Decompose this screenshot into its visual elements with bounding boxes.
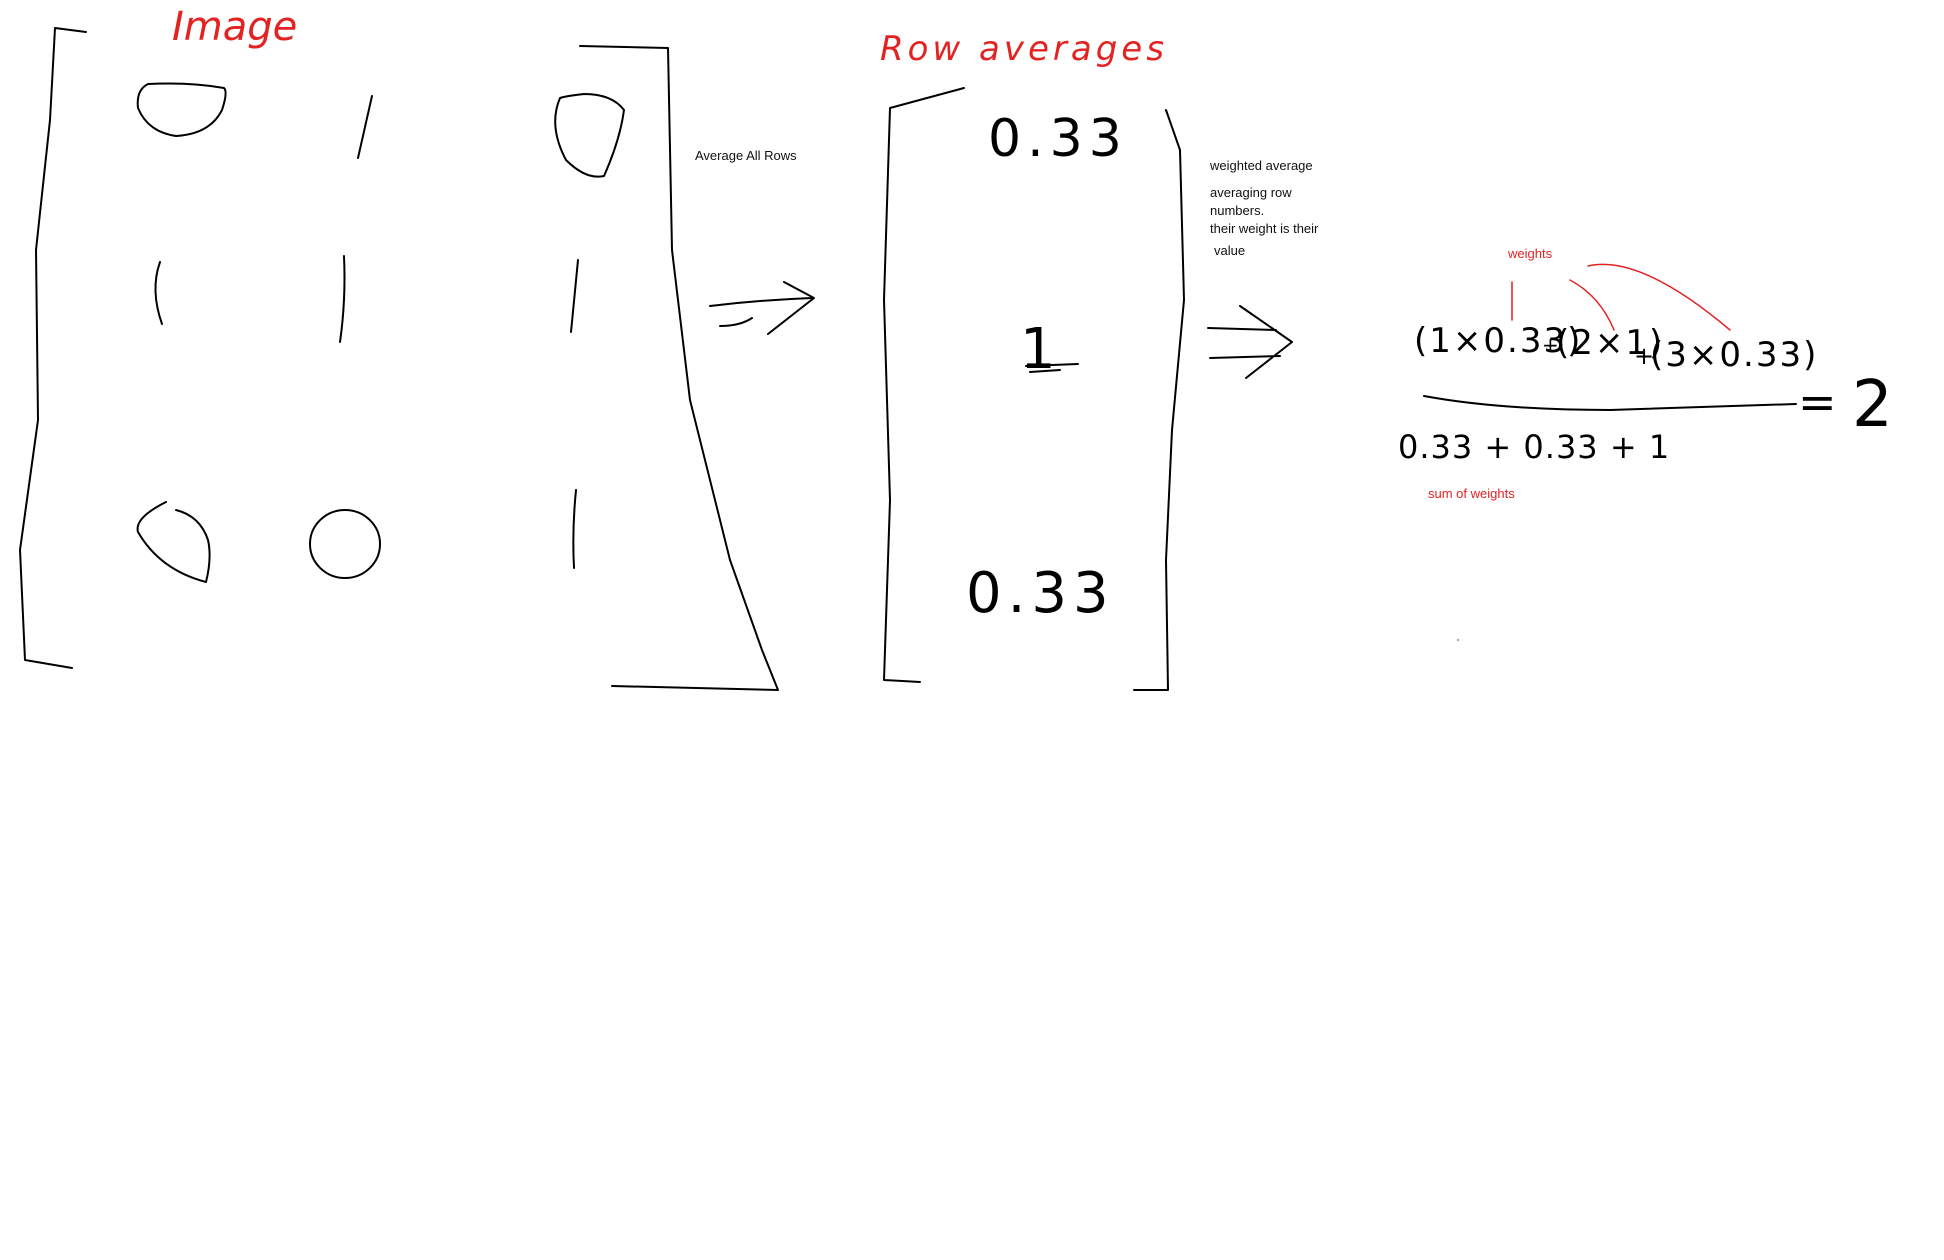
weights-label: weights [1507, 246, 1553, 261]
stray-dot [1457, 639, 1459, 641]
pixel-blob [309, 509, 381, 579]
row-average-3: 0.33 [966, 561, 1115, 626]
averaging-note-line4: value [1214, 243, 1245, 258]
sum-of-weights-label: sum of weights [1428, 486, 1515, 501]
whiteboard-canvas: Image Row averages Average All Rows 0.33… [19, 4, 1893, 691]
image-matrix-right-bracket [579, 45, 779, 691]
row-averages-right-bracket [1133, 109, 1185, 691]
pixel-blob [136, 501, 211, 583]
pixel-stroke [570, 259, 579, 333]
title-row-averages: Row averages [880, 29, 1168, 69]
weighted-average-label: weighted average [1209, 158, 1313, 173]
denominator: 0.33 + 0.33 + 1 [1398, 428, 1670, 466]
pixel-stroke [572, 489, 577, 569]
arrow-right-1 [709, 281, 815, 335]
averaging-note-line1: averaging row [1210, 185, 1292, 200]
image-matrix [19, 27, 779, 691]
numerator-term-3: (3×0.33) [1650, 335, 1818, 375]
result-value: 2 [1852, 368, 1893, 442]
averaging-note-line2: numbers. [1210, 203, 1264, 218]
equals-sign: = [1798, 375, 1837, 429]
averaging-note-line3: their weight is their [1210, 221, 1319, 236]
row-average-1: 0.33 [988, 109, 1128, 169]
average-all-rows-label: Average All Rows [695, 148, 797, 163]
row-averages-left-bracket [883, 87, 965, 683]
weighted-average-formula: weights (1×0.33) + (2×1) + (3×0.33) = 2 … [1398, 246, 1893, 501]
title-image: Image [172, 4, 297, 50]
fraction-bar [1423, 395, 1797, 411]
image-matrix-left-bracket [19, 27, 87, 669]
pixel-stroke [339, 255, 346, 343]
row-averages-vector: 0.33 1 0.33 [883, 87, 1185, 691]
pixel-stroke [154, 261, 163, 325]
pixel-stroke [357, 95, 373, 159]
pixel-blob [554, 93, 625, 178]
implies-arrow [1207, 305, 1293, 379]
pixel-blob [136, 82, 227, 137]
